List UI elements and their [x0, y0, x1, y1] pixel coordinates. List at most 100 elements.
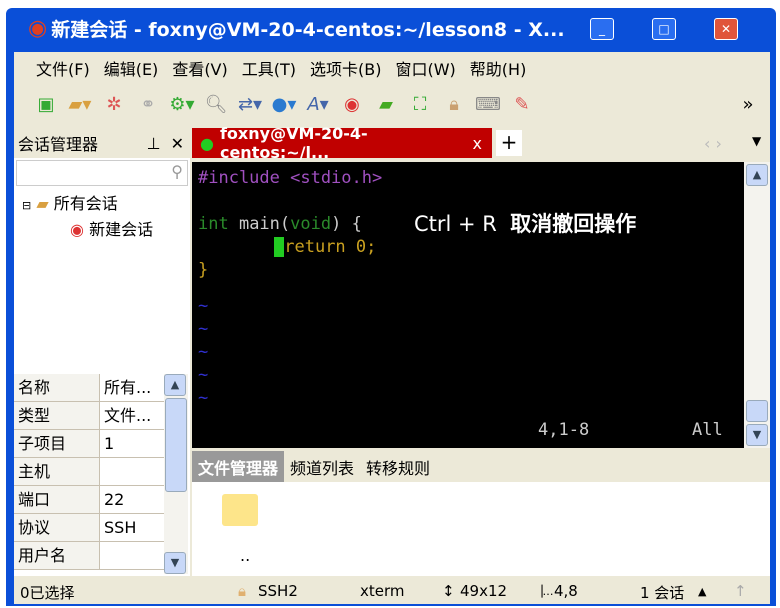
tab-session[interactable]: ● foxny@VM-20-4-centos:~/l... x — [192, 124, 492, 162]
size-icon: ↕ — [442, 582, 455, 600]
session-tree: ⊟ ▰ 所有会话 ◉ 新建会话 — [14, 190, 153, 240]
property-value: 所有... — [104, 378, 152, 397]
fullscreen-icon[interactable]: ⛶ — [406, 94, 434, 115]
scroll-down-button[interactable]: ▼ — [164, 552, 186, 574]
keyboard-icon[interactable]: ⌨ — [474, 94, 502, 115]
font-icon[interactable]: A▾ — [304, 94, 332, 115]
collapse-icon[interactable]: ⊟ — [22, 199, 31, 212]
maximize-button[interactable]: □ — [652, 18, 676, 40]
folder-icon — [222, 494, 258, 526]
scroll-thumb[interactable] — [746, 400, 768, 422]
disconnect-icon[interactable]: ⚭ — [134, 94, 162, 115]
scroll-up-button[interactable]: ▲ — [746, 164, 768, 186]
property-row[interactable]: 子项目 1 — [14, 430, 164, 458]
property-key: 类型 — [14, 402, 100, 429]
new-session-icon[interactable]: ▣ — [32, 94, 60, 115]
search-icon[interactable]: ⚲ — [171, 162, 183, 181]
file-list: .. — [192, 482, 770, 576]
menu-file[interactable]: 文件(F) — [36, 56, 90, 80]
property-key: 名称 — [14, 374, 100, 401]
property-key: 用户名 — [14, 542, 100, 569]
cursor — [274, 237, 285, 257]
terminal-scrollbar[interactable]: ▲ ▼ — [744, 162, 770, 448]
property-key: 子项目 — [14, 430, 100, 457]
session-search-input[interactable]: ⚲ — [16, 160, 188, 186]
tab-close-icon[interactable]: x — [473, 134, 482, 153]
annotation-shortcut: Ctrl + R — [414, 212, 497, 236]
tilde-line: ~ — [198, 342, 209, 362]
tree-label: 所有会话 — [53, 194, 118, 213]
lock-icon: 🔒︎ — [238, 582, 246, 600]
tree-item-new-session[interactable]: ◉ 新建会话 — [14, 216, 153, 240]
property-value: 22 — [104, 490, 125, 509]
minimize-button[interactable]: _ — [590, 18, 614, 40]
property-row[interactable]: 类型 文件... — [14, 402, 164, 430]
properties-scrollbar[interactable]: ▲ ▼ — [164, 374, 188, 574]
scroll-down-button[interactable]: ▼ — [746, 424, 768, 446]
session-manager: 会话管理器 ⊥ ✕ ⚲ ⊟ ▰ 所有会话 ◉ 新建会话 名称 所有... 类型 文件.… — [14, 128, 190, 576]
tab-scroll-icon[interactable]: ‹ › — [704, 134, 722, 153]
tilde-line: ~ — [198, 388, 209, 408]
file-item-parent[interactable]: .. — [222, 488, 262, 565]
session-icon: ◉ — [70, 220, 84, 239]
folder-icon: ▰ — [36, 194, 49, 213]
status-term: xterm — [360, 582, 405, 600]
scroll-up-button[interactable]: ▲ — [164, 374, 186, 396]
annotation-text: 取消撤回操作 — [510, 212, 637, 236]
scroll-thumb[interactable] — [165, 398, 187, 492]
menu-view[interactable]: 查看(V) — [172, 56, 227, 80]
tab-channel-list[interactable]: 频道列表 — [284, 451, 360, 483]
terminal[interactable]: #include <stdio.h> int main(void) { retu… — [192, 162, 744, 448]
session-manager-title: 会话管理器 — [18, 135, 99, 154]
lock-icon[interactable]: 🔒︎ — [440, 94, 468, 115]
tab-file-manager[interactable]: 文件管理器 — [192, 451, 285, 483]
code-token: return 0; — [284, 237, 377, 257]
sessions-up-icon[interactable]: ▲ — [698, 585, 706, 598]
globe-icon[interactable]: ●▾ — [270, 94, 298, 115]
menu-window[interactable]: 窗口(W) — [395, 56, 455, 80]
window-title: 新建会话 - foxny@VM-20-4-centos:~/lesson8 - … — [51, 18, 565, 41]
menu-tools[interactable]: 工具(T) — [242, 56, 296, 80]
toolbar: ▣ ▰▾ ✲ ⚭ ⚙▾ 🔍︎ ⇄▾ ●▾ A▾ ◉ ▰ ⛶ 🔒︎ ⌨ ✎ » — [14, 86, 770, 122]
property-value: 文件... — [104, 406, 152, 425]
connect-icon[interactable]: ✲ — [100, 94, 128, 115]
status-selected: 0已选择 — [20, 584, 75, 602]
menu-edit[interactable]: 编辑(E) — [104, 56, 159, 80]
close-panel-icon[interactable]: ✕ — [171, 134, 184, 153]
property-key: 主机 — [14, 458, 100, 485]
tab-forwarding-rules[interactable]: 转移规则 — [360, 451, 436, 483]
property-value: 1 — [104, 434, 115, 453]
property-row[interactable]: 用户名 — [14, 542, 164, 570]
connected-dot-icon: ● — [200, 133, 214, 153]
arrow-up-icon[interactable]: ↑ — [734, 582, 747, 600]
app-logo-icon: ◉ — [28, 15, 48, 41]
property-row[interactable]: 端口 22 — [14, 486, 164, 514]
bottom-tabs: 文件管理器 频道列表 转移规则 — [192, 451, 770, 483]
tree-item-all-sessions[interactable]: ⊟ ▰ 所有会话 — [14, 190, 153, 216]
property-row[interactable]: 名称 所有... — [14, 374, 164, 402]
session-manager-header: 会话管理器 ⊥ ✕ — [14, 128, 190, 158]
menu-tabs[interactable]: 选项卡(B) — [310, 56, 381, 80]
find-icon[interactable]: 🔍︎ — [202, 94, 230, 115]
close-button[interactable]: ✕ — [714, 18, 738, 40]
more-icon[interactable]: » — [734, 94, 762, 115]
highlight-icon[interactable]: ✎ — [508, 94, 536, 115]
tab-list-icon[interactable]: ▼ — [752, 134, 761, 148]
property-value — [100, 458, 160, 485]
terminal-line: int main(void) { — [198, 214, 362, 234]
status-size: 49x12 — [460, 582, 508, 600]
status-bar: 0已选择 🔒︎ SSH2 xterm ↕ 49x12 ▕… 4,8 1 会话 ▲… — [14, 578, 770, 604]
property-row[interactable]: 协议 SSH — [14, 514, 164, 542]
open-folder-icon[interactable]: ▰▾ — [66, 94, 94, 115]
add-tab-button[interactable]: + — [496, 130, 522, 156]
transfer-icon[interactable]: ⇄▾ — [236, 94, 264, 115]
xshell-icon[interactable]: ◉ — [338, 94, 366, 115]
session-settings-icon[interactable]: ⚙▾ — [168, 94, 196, 115]
xftp-icon[interactable]: ▰ — [372, 94, 400, 115]
tilde-line: ~ — [198, 365, 209, 385]
pin-icon[interactable]: ⊥ — [147, 134, 161, 153]
property-row[interactable]: 主机 — [14, 458, 164, 486]
menu-help[interactable]: 帮助(H) — [470, 56, 527, 80]
menu-bar: 文件(F) 编辑(E) 查看(V) 工具(T) 选项卡(B) 窗口(W) 帮助(… — [14, 52, 770, 84]
file-name: .. — [240, 546, 251, 565]
